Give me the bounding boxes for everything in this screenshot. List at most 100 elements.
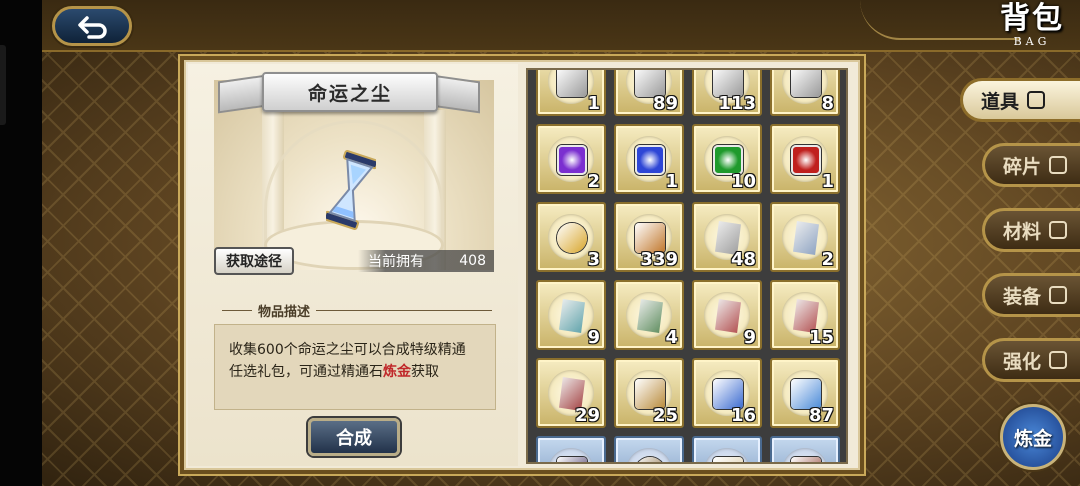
back-button[interactable]: [52, 6, 132, 46]
item-count: 89: [652, 93, 678, 114]
camera-notch: [0, 45, 6, 125]
item-shape: [715, 299, 741, 333]
item-shape: [635, 457, 665, 462]
owned-count: 408: [459, 253, 486, 269]
portrait-frame-icon: [790, 456, 822, 462]
inventory-slot[interactable]: 87: [770, 358, 840, 428]
item-count: 8: [821, 93, 834, 114]
shard-icon: [1049, 156, 1068, 174]
tab-material[interactable]: 材料: [982, 208, 1080, 252]
tab-label: 道具: [981, 90, 1020, 113]
inventory-slot[interactable]: 4: [770, 436, 840, 462]
inventory-slot[interactable]: 5: [536, 436, 606, 462]
tab-label: 碎片: [1003, 155, 1042, 178]
item-shape: [637, 299, 663, 333]
item-name-banner: 命运之尘: [262, 72, 438, 112]
inventory-slot[interactable]: 339: [614, 202, 684, 272]
tab-label: 材料: [1003, 220, 1042, 243]
tab-shard[interactable]: 碎片: [982, 143, 1080, 187]
owned-label: 当前拥有: [368, 254, 424, 270]
back-arrow-icon: [78, 16, 107, 39]
item-shape: [793, 221, 819, 255]
inventory-slot[interactable]: 1: [770, 124, 840, 194]
left-black-bar: [0, 0, 42, 486]
inventory-slot[interactable]: 1: [692, 436, 762, 462]
inventory-slot[interactable]: 9: [692, 280, 762, 350]
inventory-slot[interactable]: 113: [692, 70, 762, 116]
tab-flask[interactable]: 道具: [960, 78, 1080, 122]
partial-item-icon: [790, 70, 822, 98]
item-count: 1: [665, 171, 678, 192]
description-line-2: 任选礼包，可通过精通石炼金获取: [229, 361, 481, 383]
item-shape: [557, 70, 587, 97]
inventory-slot[interactable]: 9: [536, 280, 606, 350]
item-count: 3: [587, 249, 600, 270]
description-text-c: 获取: [411, 364, 439, 380]
material-icon: [1049, 221, 1068, 239]
inventory-slot[interactable]: 25: [614, 358, 684, 428]
inventory-grid: 1891138211013339482949152925168754714: [536, 70, 842, 462]
bag-screen: 背包 BAG 命运之尘 获取途径 当前拥有 408 物品描述 收集600个命运之…: [0, 0, 1080, 486]
item-shape: [791, 145, 821, 175]
description-line-1: 收集600个命运之尘可以合成特级精通: [229, 342, 466, 358]
inventory-slot[interactable]: 47: [614, 436, 684, 462]
description-highlight: 炼金: [383, 364, 411, 380]
dark-chest-icon: [556, 456, 588, 462]
item-count: 4: [665, 327, 678, 348]
barrel-icon: [634, 456, 666, 462]
page-title-en: BAG: [1013, 35, 1051, 48]
enhance-icon: [1049, 351, 1068, 369]
item-count: 48: [730, 249, 756, 270]
item-count: 25: [652, 405, 678, 426]
inventory-slot[interactable]: 2: [770, 202, 840, 272]
item-count: 1: [587, 93, 600, 114]
inventory-grid-container[interactable]: 1891138211013339482949152925168754714: [526, 68, 848, 464]
teal-shield-icon: [556, 299, 588, 333]
inventory-slot[interactable]: 1: [614, 124, 684, 194]
inventory-slot[interactable]: 2: [536, 124, 606, 194]
inventory-slot[interactable]: 15: [770, 280, 840, 350]
blue-shield-icon: [790, 221, 822, 255]
inventory-slot[interactable]: 10: [692, 124, 762, 194]
page-title: 背包 BAG: [992, 2, 1072, 48]
description-box: 收集600个命运之尘可以合成特级精通 任选礼包，可通过精通石炼金获取: [214, 324, 496, 410]
ribbon-tail-left: [218, 74, 266, 114]
inventory-slot[interactable]: 3: [536, 202, 606, 272]
item-count: 2: [587, 171, 600, 192]
inventory-slot[interactable]: 29: [536, 358, 606, 428]
item-count: 9: [743, 327, 756, 348]
inventory-slot[interactable]: 48: [692, 202, 762, 272]
item-shape: [559, 299, 585, 333]
description-text-a: 任选礼包，可通过精通石: [229, 364, 383, 380]
ribbon-tail-right: [432, 74, 480, 114]
item-count: 9: [587, 327, 600, 348]
partial-item-icon: [556, 70, 588, 98]
item-count: 10: [730, 171, 756, 192]
inventory-slot[interactable]: 1: [536, 70, 606, 116]
page-title-text: 背包: [1000, 1, 1064, 36]
inventory-slot[interactable]: 16: [692, 358, 762, 428]
blue-gem-icon: [634, 144, 666, 176]
item-count: 2: [821, 249, 834, 270]
item-shape: [791, 457, 821, 462]
owned-count-bar: 当前拥有 408: [358, 250, 494, 272]
item-shape: [557, 145, 587, 175]
tab-label: 装备: [1003, 285, 1042, 308]
synthesize-button[interactable]: 合成: [308, 418, 400, 456]
alchemy-button[interactable]: 炼金: [1000, 404, 1066, 470]
item-count: 1: [821, 171, 834, 192]
divider-right: [316, 309, 492, 311]
get-source-button[interactable]: 获取途径: [214, 247, 294, 275]
purple-gem-icon: [556, 144, 588, 176]
item-shape: [557, 223, 587, 253]
tab-enhance[interactable]: 强化: [982, 338, 1080, 382]
inventory-slot[interactable]: 8: [770, 70, 840, 116]
item-shape: [713, 457, 743, 462]
golden-key-icon: [556, 222, 588, 254]
item-count: 87: [808, 405, 834, 426]
inventory-slot[interactable]: 89: [614, 70, 684, 116]
item-count: 339: [640, 249, 678, 270]
flask-icon: [1027, 91, 1046, 109]
inventory-slot[interactable]: 4: [614, 280, 684, 350]
tab-equipment[interactable]: 装备: [982, 273, 1080, 317]
